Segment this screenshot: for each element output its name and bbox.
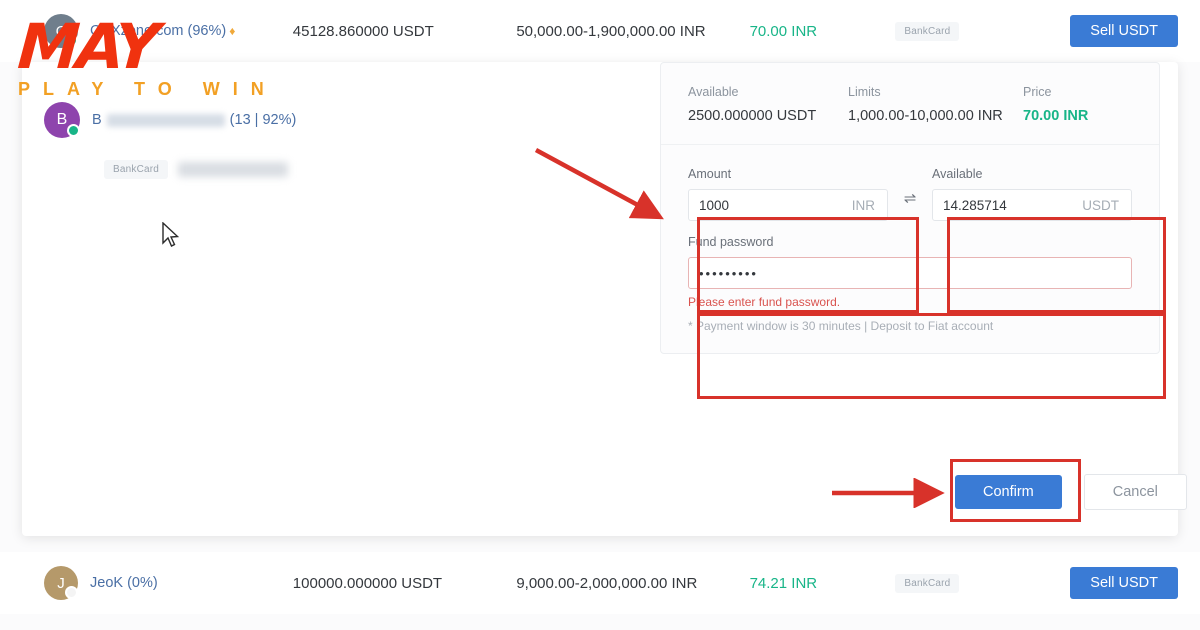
- avatar-letter: J: [57, 574, 65, 592]
- bankcard-badge: BankCard: [104, 160, 169, 179]
- avatar: C: [44, 14, 78, 48]
- fund-password-label: Fund password: [688, 235, 774, 249]
- mouse-cursor-icon: [162, 222, 180, 247]
- limits-value: 1,000.00-10,000.00 INR: [848, 108, 1003, 124]
- merchant-cell: J JeoK (0%): [0, 566, 293, 600]
- unit-price: 74.21 INR: [749, 574, 818, 592]
- fund-password-input-wrap[interactable]: •••••••••: [688, 257, 1132, 289]
- avatar: J: [44, 566, 78, 600]
- redacted-name: [106, 113, 225, 127]
- expanded-merchant: B B (13 | 92%): [44, 102, 296, 138]
- price-value: 70.00 INR: [1023, 108, 1089, 124]
- expanded-offer-card: B B (13 | 92%) BankCard Available 2500.0…: [22, 62, 1187, 536]
- offer-row-jeok[interactable]: J JeoK (0%) 100000.000000 USDT 9,000.00-…: [0, 552, 1200, 614]
- order-limits: 9,000.00-2,000,000.00 INR: [516, 574, 698, 592]
- sell-usdt-button[interactable]: Sell USDT: [1070, 567, 1178, 599]
- gem-icon: ♦: [229, 24, 236, 38]
- amount-input-wrap[interactable]: INR: [688, 189, 888, 221]
- price-label: Price: [1023, 85, 1052, 99]
- merchant-stats: (13 | 92%): [229, 112, 297, 128]
- fund-password-input[interactable]: •••••••••: [689, 266, 768, 281]
- offer-row-crxzone[interactable]: C CRXzone.com (96%) ♦ 45128.860000 USDT …: [0, 0, 1200, 62]
- order-detail-panel: Available 2500.000000 USDT Limits 1,000.…: [660, 62, 1160, 354]
- redacted-payment: [178, 162, 289, 177]
- order-limits: 50,000.00-1,900,000.00 INR: [516, 22, 706, 40]
- merchant-name[interactable]: B (13 | 92%): [92, 112, 296, 128]
- swap-currency-icon[interactable]: ⇌: [898, 189, 923, 215]
- action-cell: Sell USDT: [1070, 15, 1200, 47]
- merchant-name-prefix: B: [92, 112, 102, 128]
- receive-label: Available: [931, 167, 983, 181]
- detail-summary-header: Available 2500.000000 USDT Limits 1,000.…: [661, 63, 1159, 145]
- dialog-actions: Confirm Cancel: [955, 474, 1187, 510]
- amount-input[interactable]: [689, 197, 852, 213]
- amount-conversion-row: Amount INR ⇌ Available USDT: [688, 167, 1132, 221]
- amount-currency-suffix: INR: [851, 197, 875, 213]
- summary-available: Available 2500.000000 USDT: [688, 85, 848, 124]
- limits-label: Limits: [848, 85, 881, 99]
- online-status-dot: [67, 124, 80, 137]
- sell-usdt-button[interactable]: Sell USDT: [1070, 15, 1178, 47]
- bankcard-badge: BankCard: [895, 574, 960, 593]
- confirm-button[interactable]: Confirm: [955, 475, 1062, 509]
- amount-label: Amount: [688, 167, 732, 181]
- available-amount: 45128.860000 USDT: [292, 22, 434, 40]
- merchant-cell: C CRXzone.com (96%) ♦: [0, 14, 293, 48]
- available-amount: 100000.000000 USDT: [292, 574, 443, 592]
- summary-price: Price 70.00 INR: [1023, 85, 1088, 124]
- p2p-trading-screen: C CRXzone.com (96%) ♦ 45128.860000 USDT …: [0, 0, 1200, 630]
- available-label: Available: [688, 85, 739, 99]
- fund-password-group: Fund password ••••••••• Please enter fun…: [688, 235, 1132, 309]
- avatar-letter: B: [56, 111, 68, 128]
- cancel-button[interactable]: Cancel: [1083, 474, 1187, 510]
- detail-form: Amount INR ⇌ Available USDT: [661, 145, 1159, 353]
- avatar: B: [44, 102, 80, 138]
- online-status-dot: [65, 34, 78, 47]
- receive-field-group: Available USDT: [931, 167, 1132, 221]
- online-status-dot: [65, 586, 78, 599]
- available-value: 2500.000000 USDT: [688, 108, 817, 124]
- amount-field-group: Amount INR: [688, 167, 888, 221]
- unit-price: 70.00 INR: [749, 22, 818, 40]
- receive-input-wrap[interactable]: USDT: [931, 189, 1132, 221]
- payment-note: * Payment window is 30 minutes | Deposit…: [688, 319, 994, 333]
- fund-password-error: Please enter fund password.: [688, 295, 841, 309]
- bankcard-badge: BankCard: [895, 22, 960, 41]
- payment-methods-cell: BankCard: [895, 21, 1070, 41]
- receive-currency-suffix: USDT: [1082, 197, 1119, 213]
- payment-methods-cell: BankCard: [895, 573, 1070, 593]
- merchant-name[interactable]: CRXzone.com (96%): [90, 23, 226, 39]
- merchant-name[interactable]: JeoK (0%): [90, 575, 158, 591]
- summary-limits: Limits 1,000.00-10,000.00 INR: [848, 85, 1023, 124]
- action-cell: Sell USDT: [1070, 567, 1200, 599]
- expanded-payment-row: BankCard: [104, 160, 289, 179]
- receive-input[interactable]: [932, 197, 1083, 213]
